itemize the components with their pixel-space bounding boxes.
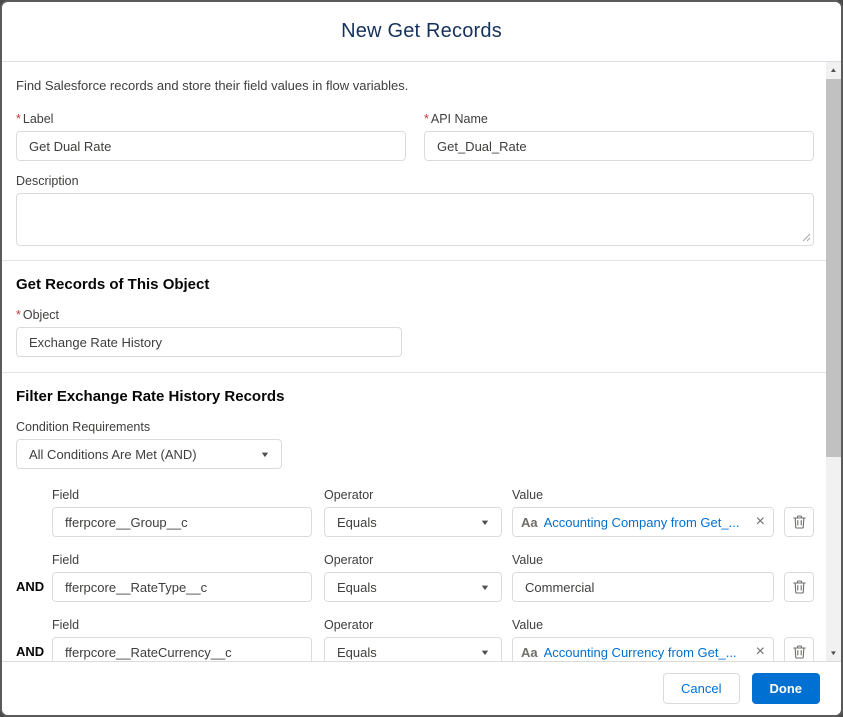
condition-prefix: AND [16, 579, 44, 594]
chevron-down-icon: ▼ [480, 518, 491, 527]
label-field-label-text: Label [23, 112, 54, 126]
filter-value-combobox[interactable]: Aa Accounting Currency from Get_... × [512, 637, 774, 661]
value-column-label: Value [512, 488, 774, 503]
description-textarea-wrap [16, 193, 814, 246]
condition-requirements-value: All Conditions Are Met (AND) [29, 447, 197, 462]
cancel-button[interactable]: Cancel [663, 673, 739, 704]
merge-field-link[interactable]: Accounting Currency from Get_... [544, 645, 750, 660]
required-asterisk: * [16, 112, 21, 126]
filter-row-3-labels: Field Operator Value [16, 618, 814, 633]
api-name-field-label-text: API Name [431, 112, 488, 126]
remove-value-icon[interactable]: × [756, 644, 765, 660]
object-form-element: *Object [16, 308, 814, 357]
delete-condition-button[interactable] [784, 637, 814, 661]
object-input[interactable] [16, 327, 402, 357]
filter-row-3: AND Equals ▼ Aa Accounting Currency from… [16, 637, 814, 661]
object-field-label: *Object [16, 308, 814, 323]
section-divider [2, 372, 841, 373]
trash-icon [793, 580, 806, 594]
filter-row-1: Equals ▼ Aa Accounting Company from Get_… [16, 507, 814, 537]
field-column-label: Field [52, 618, 312, 633]
resize-handle-icon[interactable] [802, 233, 811, 242]
chevron-down-icon: ▼ [480, 583, 491, 592]
filter-row-1-labels: Field Operator Value [16, 488, 814, 503]
label-form-element: *Label [16, 112, 406, 161]
description-form-element: Description [16, 174, 814, 246]
modal-title: New Get Records [341, 20, 502, 43]
text-type-icon: Aa [521, 515, 538, 530]
modal-footer: Cancel Done [2, 661, 841, 715]
filter-operator-dropdown[interactable]: Equals ▼ [324, 572, 502, 602]
delete-condition-button[interactable] [784, 507, 814, 537]
operator-column-label: Operator [324, 618, 502, 633]
filter-value-combobox[interactable]: Aa Accounting Company from Get_... × [512, 507, 774, 537]
filter-value-input[interactable] [512, 572, 774, 602]
condition-prefix: AND [16, 644, 44, 659]
new-get-records-modal: New Get Records Find Salesforce records … [0, 0, 843, 717]
operator-column-label: Operator [324, 553, 502, 568]
value-column-label: Value [512, 553, 774, 568]
text-type-icon: Aa [521, 645, 538, 660]
filter-section-heading: Filter Exchange Rate History Records [16, 388, 814, 405]
and-gutter: AND [16, 637, 52, 661]
required-asterisk: * [424, 112, 429, 126]
filter-operator-value: Equals [337, 645, 377, 660]
filter-row-2-labels: Field Operator Value [16, 553, 814, 568]
scroll-down-button[interactable]: ▼ [826, 645, 841, 661]
remove-value-icon[interactable]: × [756, 514, 765, 530]
label-api-row: *Label *API Name [16, 112, 814, 161]
intro-text: Find Salesforce records and store their … [16, 78, 814, 94]
condition-requirements-dropdown[interactable]: All Conditions Are Met (AND) ▼ [16, 439, 282, 469]
trash-icon [793, 515, 806, 529]
trash-icon [793, 645, 806, 659]
description-textarea[interactable] [16, 193, 814, 246]
api-name-input[interactable] [424, 131, 814, 161]
scroll-up-button[interactable]: ▲ [826, 62, 841, 78]
object-field-label-text: Object [23, 308, 59, 322]
field-column-label: Field [52, 488, 312, 503]
condition-requirements-element: Condition Requirements All Conditions Ar… [16, 420, 814, 469]
api-name-form-element: *API Name [424, 112, 814, 161]
filter-operator-dropdown[interactable]: Equals ▼ [324, 637, 502, 661]
api-name-field-label: *API Name [424, 112, 814, 127]
scrollbar-thumb[interactable] [826, 79, 841, 457]
merge-field-link[interactable]: Accounting Company from Get_... [544, 515, 750, 530]
vertical-scrollbar[interactable]: ▲ ▼ [826, 62, 841, 661]
scroll-up-icon: ▲ [829, 67, 837, 73]
value-column-label: Value [512, 618, 774, 633]
filter-operator-dropdown[interactable]: Equals ▼ [324, 507, 502, 537]
condition-requirements-label: Condition Requirements [16, 420, 814, 435]
chevron-down-icon: ▼ [260, 450, 271, 459]
required-asterisk: * [16, 308, 21, 322]
filter-field-input[interactable] [52, 572, 312, 602]
operator-column-label: Operator [324, 488, 502, 503]
section-divider [2, 260, 841, 261]
filter-operator-value: Equals [337, 515, 377, 530]
object-section-heading: Get Records of This Object [16, 276, 814, 293]
modal-body: Find Salesforce records and store their … [2, 62, 841, 661]
filter-field-input[interactable] [52, 637, 312, 661]
done-button[interactable]: Done [752, 673, 821, 704]
filter-field-input[interactable] [52, 507, 312, 537]
chevron-down-icon: ▼ [480, 648, 491, 657]
scroll-down-icon: ▼ [829, 650, 837, 656]
modal-content: Find Salesforce records and store their … [2, 62, 841, 661]
filter-operator-value: Equals [337, 580, 377, 595]
label-field-label: *Label [16, 112, 406, 127]
delete-condition-button[interactable] [784, 572, 814, 602]
description-field-label: Description [16, 174, 814, 189]
and-gutter: AND [16, 572, 52, 602]
label-input[interactable] [16, 131, 406, 161]
field-column-label: Field [52, 553, 312, 568]
modal-header: New Get Records [2, 2, 841, 62]
filter-row-2: AND Equals ▼ [16, 572, 814, 602]
